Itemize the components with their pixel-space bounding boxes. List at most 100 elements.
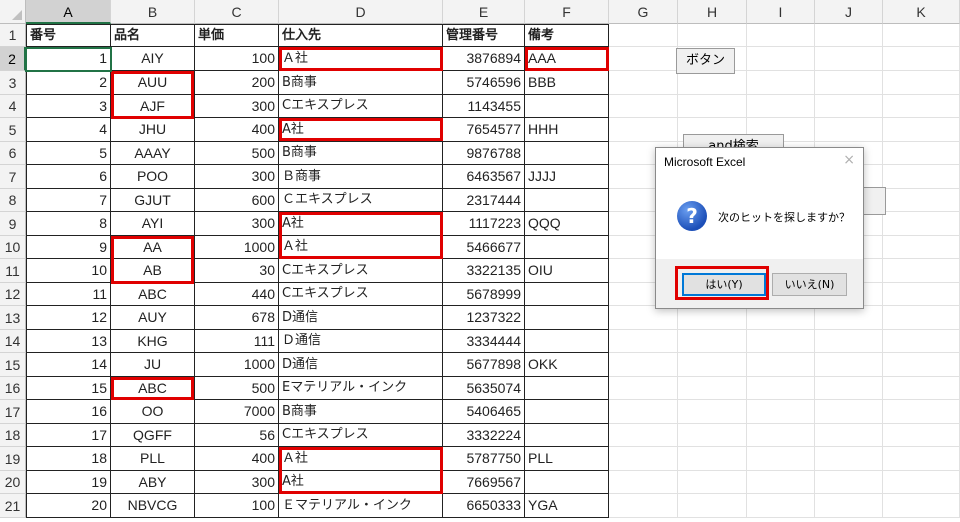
cell-supplier[interactable]: Ａ社 bbox=[279, 447, 443, 471]
cell-control-number[interactable]: 5677898 bbox=[443, 353, 525, 377]
cell-unit-price[interactable]: 56 bbox=[195, 424, 279, 447]
empty-cell[interactable] bbox=[815, 24, 883, 47]
header-supplier[interactable]: 仕入先 bbox=[279, 24, 443, 47]
empty-cell[interactable] bbox=[883, 118, 960, 142]
column-header-d[interactable]: D bbox=[279, 0, 443, 24]
row-header-2[interactable]: 2 bbox=[0, 47, 26, 71]
cell-item-name[interactable]: GJUT bbox=[111, 189, 195, 212]
empty-cell[interactable] bbox=[815, 424, 883, 447]
cell-unit-price[interactable]: 300 bbox=[195, 95, 279, 118]
cell-unit-price[interactable]: 100 bbox=[195, 47, 279, 71]
cell-supplier[interactable]: A社 bbox=[279, 118, 443, 142]
row-header-4[interactable]: 4 bbox=[0, 95, 26, 118]
cell-remarks[interactable]: JJJJ bbox=[525, 165, 609, 189]
empty-cell[interactable] bbox=[883, 212, 960, 236]
cell-unit-price[interactable]: 100 bbox=[195, 494, 279, 518]
cell-remarks[interactable] bbox=[525, 424, 609, 447]
empty-cell[interactable] bbox=[815, 377, 883, 400]
column-header-j[interactable]: J bbox=[815, 0, 883, 24]
cell-remarks[interactable] bbox=[525, 95, 609, 118]
cell-unit-price[interactable]: 678 bbox=[195, 306, 279, 330]
row-header-16[interactable]: 16 bbox=[0, 377, 26, 400]
empty-cell[interactable] bbox=[815, 47, 883, 71]
header-number[interactable]: 番号 bbox=[26, 24, 111, 47]
cell-supplier[interactable]: Cエキスプレス bbox=[279, 424, 443, 447]
cell-number[interactable]: 17 bbox=[26, 424, 111, 447]
empty-cell[interactable] bbox=[609, 400, 678, 424]
row-header-19[interactable]: 19 bbox=[0, 447, 26, 471]
cell-unit-price[interactable]: 200 bbox=[195, 71, 279, 95]
cell-unit-price[interactable]: 300 bbox=[195, 165, 279, 189]
empty-cell[interactable] bbox=[609, 47, 678, 71]
cell-remarks[interactable] bbox=[525, 236, 609, 259]
row-header-6[interactable]: 6 bbox=[0, 142, 26, 165]
cell-item-name[interactable]: KHG bbox=[111, 330, 195, 353]
empty-cell[interactable] bbox=[747, 306, 815, 330]
row-header-11[interactable]: 11 bbox=[0, 259, 26, 283]
empty-cell[interactable] bbox=[815, 71, 883, 95]
cell-remarks[interactable]: YGA bbox=[525, 494, 609, 518]
empty-cell[interactable] bbox=[678, 306, 747, 330]
cell-remarks[interactable]: HHH bbox=[525, 118, 609, 142]
empty-cell[interactable] bbox=[609, 306, 678, 330]
cell-control-number[interactable]: 5406465 bbox=[443, 400, 525, 424]
empty-cell[interactable] bbox=[678, 71, 747, 95]
empty-cell[interactable] bbox=[678, 494, 747, 518]
empty-cell[interactable] bbox=[609, 330, 678, 353]
cell-number[interactable]: 19 bbox=[26, 471, 111, 494]
cell-supplier[interactable]: B商事 bbox=[279, 400, 443, 424]
empty-cell[interactable] bbox=[815, 400, 883, 424]
select-all-corner[interactable] bbox=[0, 0, 26, 24]
column-header-a[interactable]: A bbox=[26, 0, 111, 24]
cell-supplier[interactable]: Ｄ通信 bbox=[279, 330, 443, 353]
cell-item-name[interactable]: AJF bbox=[111, 95, 195, 118]
cell-number[interactable]: 16 bbox=[26, 400, 111, 424]
cell-supplier[interactable]: Ｅマテリアル・インク bbox=[279, 494, 443, 518]
cell-remarks[interactable] bbox=[525, 330, 609, 353]
empty-cell[interactable] bbox=[815, 494, 883, 518]
cell-number[interactable]: 2 bbox=[26, 71, 111, 95]
row-header-13[interactable]: 13 bbox=[0, 306, 26, 330]
empty-cell[interactable] bbox=[747, 24, 815, 47]
cell-control-number[interactable]: 3322135 bbox=[443, 259, 525, 283]
empty-cell[interactable] bbox=[747, 353, 815, 377]
cell-remarks[interactable]: QQQ bbox=[525, 212, 609, 236]
empty-cell[interactable] bbox=[678, 330, 747, 353]
cell-supplier[interactable]: B商事 bbox=[279, 142, 443, 165]
row-header-15[interactable]: 15 bbox=[0, 353, 26, 377]
cell-supplier[interactable]: D通信 bbox=[279, 306, 443, 330]
cell-item-name[interactable]: AYI bbox=[111, 212, 195, 236]
cell-control-number[interactable]: 6650333 bbox=[443, 494, 525, 518]
empty-cell[interactable] bbox=[747, 494, 815, 518]
cell-number[interactable]: 20 bbox=[26, 494, 111, 518]
empty-cell[interactable] bbox=[609, 494, 678, 518]
empty-cell[interactable] bbox=[883, 377, 960, 400]
empty-cell[interactable] bbox=[678, 400, 747, 424]
cell-remarks[interactable] bbox=[525, 471, 609, 494]
cell-remarks[interactable] bbox=[525, 377, 609, 400]
row-header-14[interactable]: 14 bbox=[0, 330, 26, 353]
cell-control-number[interactable]: 1143455 bbox=[443, 95, 525, 118]
empty-cell[interactable] bbox=[883, 330, 960, 353]
empty-cell[interactable] bbox=[609, 71, 678, 95]
cell-supplier[interactable]: Ａ社 bbox=[279, 47, 443, 71]
empty-cell[interactable] bbox=[678, 471, 747, 494]
empty-cell[interactable] bbox=[609, 353, 678, 377]
header-unit-price[interactable]: 単価 bbox=[195, 24, 279, 47]
cell-supplier[interactable]: D通信 bbox=[279, 353, 443, 377]
cell-remarks[interactable] bbox=[525, 283, 609, 306]
column-header-f[interactable]: F bbox=[525, 0, 609, 24]
cell-item-name[interactable]: ABY bbox=[111, 471, 195, 494]
empty-cell[interactable] bbox=[883, 471, 960, 494]
empty-cell[interactable] bbox=[883, 24, 960, 47]
yes-button[interactable]: はい(Y) bbox=[682, 273, 766, 296]
empty-cell[interactable] bbox=[815, 306, 883, 330]
row-header-3[interactable]: 3 bbox=[0, 71, 26, 95]
cell-item-name[interactable]: JU bbox=[111, 353, 195, 377]
empty-cell[interactable] bbox=[883, 424, 960, 447]
row-header-17[interactable]: 17 bbox=[0, 400, 26, 424]
empty-cell[interactable] bbox=[678, 424, 747, 447]
column-header-b[interactable]: B bbox=[111, 0, 195, 24]
cell-control-number[interactable]: 5635074 bbox=[443, 377, 525, 400]
cell-unit-price[interactable]: 400 bbox=[195, 447, 279, 471]
